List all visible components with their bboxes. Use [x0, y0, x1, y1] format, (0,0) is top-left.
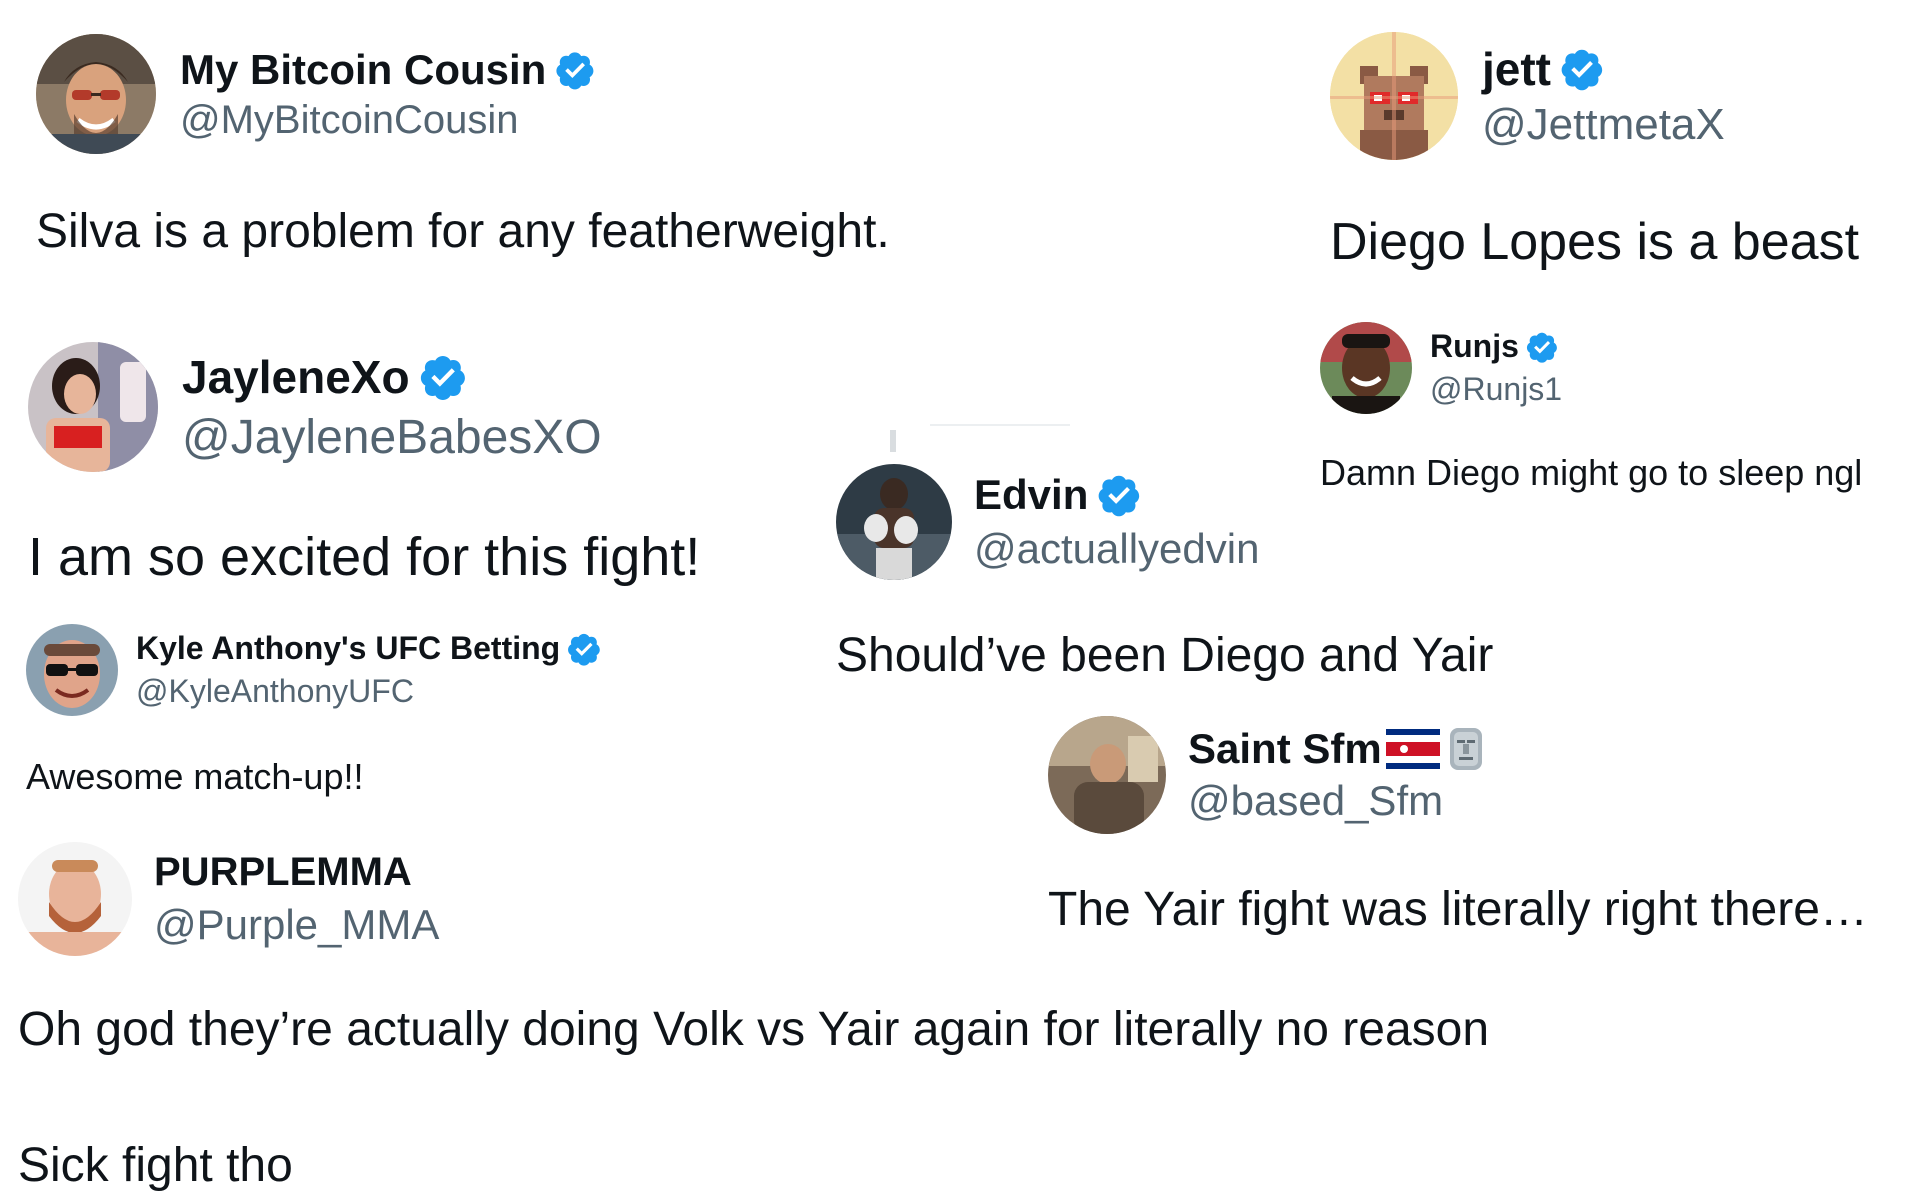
user-handle[interactable]: @JayleneBabesXO: [182, 410, 602, 465]
user-handle[interactable]: @Purple_MMA: [154, 901, 439, 949]
pixel-bear-avatar-icon: [1330, 32, 1458, 160]
avatar[interactable]: [1320, 322, 1412, 414]
avatar[interactable]: [1048, 716, 1166, 834]
tweet-identity: Saint Sfm @based_Sfm: [1188, 725, 1486, 825]
verified-badge-icon: [418, 352, 468, 402]
verified-badge-icon: [566, 631, 602, 667]
moai-icon: [1446, 726, 1486, 772]
tweet-card-kyleanthonyufc: Kyle Anthony's UFC Betting @KyleAnthonyU…: [26, 624, 602, 716]
display-name[interactable]: Runjs: [1430, 328, 1519, 365]
name-row: jett: [1482, 42, 1725, 96]
divider: [930, 424, 1070, 426]
tweet-card-based-sfm: Saint Sfm @based_Sfm: [1048, 716, 1486, 834]
tweet-identity: JayleneXo @JayleneBabesXO: [182, 350, 602, 465]
tweet-card-runjs: Runjs @Runjs1: [1320, 322, 1562, 414]
tweet-text: Diego Lopes is a beast: [1330, 213, 1860, 271]
avatar[interactable]: [18, 842, 132, 956]
tweet-text: Damn Diego might go to sleep ngl: [1320, 452, 1863, 493]
verified-badge-icon: [554, 49, 596, 91]
tweet-card-purple-mma: PURPLEMMA @Purple_MMA: [18, 842, 439, 956]
name-row: My Bitcoin Cousin: [180, 46, 596, 94]
man-with-sunglasses-avatar-icon: [36, 34, 156, 154]
avatar[interactable]: [1330, 32, 1458, 160]
divider: [890, 430, 896, 452]
tweet-header: PURPLEMMA @Purple_MMA: [18, 842, 439, 956]
display-name[interactable]: Saint Sfm: [1188, 725, 1382, 773]
tweet-header: Runjs @Runjs1: [1320, 322, 1562, 414]
seated-man-avatar-icon: [1048, 716, 1166, 834]
display-name[interactable]: JayleneXo: [182, 350, 410, 404]
name-row: JayleneXo: [182, 350, 602, 404]
bearded-fighter-avatar-icon: [18, 842, 132, 956]
tweet-identity: jett @JettmetaX: [1482, 42, 1725, 150]
tweet-text: Awesome match-up!!: [26, 756, 364, 797]
user-handle[interactable]: @actuallyedvin: [974, 525, 1259, 573]
tweet-card-jett: jett @JettmetaX: [1330, 32, 1725, 160]
user-handle[interactable]: @KyleAnthonyUFC: [136, 673, 602, 710]
boxer-avatar-icon: [836, 464, 952, 580]
verified-badge-icon: [1525, 330, 1559, 364]
tweet-header: My Bitcoin Cousin @MyBitcoinCousin: [36, 34, 596, 154]
tweet-card-edvin: Edvin @actuallyedvin: [836, 464, 1259, 580]
display-name[interactable]: jett: [1482, 42, 1551, 96]
user-handle[interactable]: @based_Sfm: [1188, 777, 1486, 825]
tweet-card-jaylenexo: JayleneXo @JayleneBabesXO: [28, 342, 602, 472]
verified-badge-icon: [1559, 46, 1605, 92]
tweet-header: Saint Sfm @based_Sfm: [1048, 716, 1486, 834]
tweet-header: JayleneXo @JayleneBabesXO: [28, 342, 602, 472]
tweet-identity: Runjs @Runjs1: [1430, 328, 1562, 408]
costa-rica-flag-icon: [1385, 729, 1440, 769]
display-name[interactable]: PURPLEMMA: [154, 850, 412, 895]
tweet-text: Silva is a problem for any featherweight…: [36, 205, 890, 258]
tweet-identity: PURPLEMMA @Purple_MMA: [154, 850, 439, 949]
tweet-text: Oh god they’re actually doing Volk vs Ya…: [18, 1003, 1490, 1056]
avatar[interactable]: [836, 464, 952, 580]
man-with-sunglasses-avatar-icon: [26, 624, 118, 716]
tweet-header: Edvin @actuallyedvin: [836, 464, 1259, 580]
name-row: Saint Sfm: [1188, 725, 1486, 773]
user-handle[interactable]: @JettmetaX: [1482, 100, 1725, 150]
tweet-text: Should’ve been Diego and Yair: [836, 629, 1494, 682]
name-row: PURPLEMMA: [154, 850, 439, 895]
tweet-identity: Edvin @actuallyedvin: [974, 471, 1259, 573]
tweet-text: The Yair fight was literally right there…: [1048, 883, 1868, 936]
woman-photo-avatar-icon: [28, 342, 158, 472]
name-row: Kyle Anthony's UFC Betting: [136, 630, 602, 667]
avatar[interactable]: [26, 624, 118, 716]
verified-badge-icon: [1096, 472, 1142, 518]
name-row: Runjs: [1430, 328, 1562, 365]
avatar[interactable]: [28, 342, 158, 472]
user-handle[interactable]: @Runjs1: [1430, 371, 1562, 408]
display-name[interactable]: Edvin: [974, 471, 1088, 519]
tweet-identity: My Bitcoin Cousin @MyBitcoinCousin: [180, 46, 596, 143]
avatar[interactable]: [36, 34, 156, 154]
display-name[interactable]: Kyle Anthony's UFC Betting: [136, 630, 560, 667]
tweet-header: Kyle Anthony's UFC Betting @KyleAnthonyU…: [26, 624, 602, 716]
user-handle[interactable]: @MyBitcoinCousin: [180, 98, 596, 143]
tweet-card-mybitcoincousin: My Bitcoin Cousin @MyBitcoinCousin: [36, 34, 596, 154]
name-row: Edvin: [974, 471, 1259, 519]
tweet-text: I am so excited for this fight!: [28, 527, 701, 587]
display-name[interactable]: My Bitcoin Cousin: [180, 46, 546, 94]
tweet-header: jett @JettmetaX: [1330, 32, 1725, 160]
tweet-identity: Kyle Anthony's UFC Betting @KyleAnthonyU…: [136, 630, 602, 710]
smiling-man-avatar-icon: [1320, 322, 1412, 414]
tweet-text-continued: Sick fight tho: [18, 1139, 293, 1192]
